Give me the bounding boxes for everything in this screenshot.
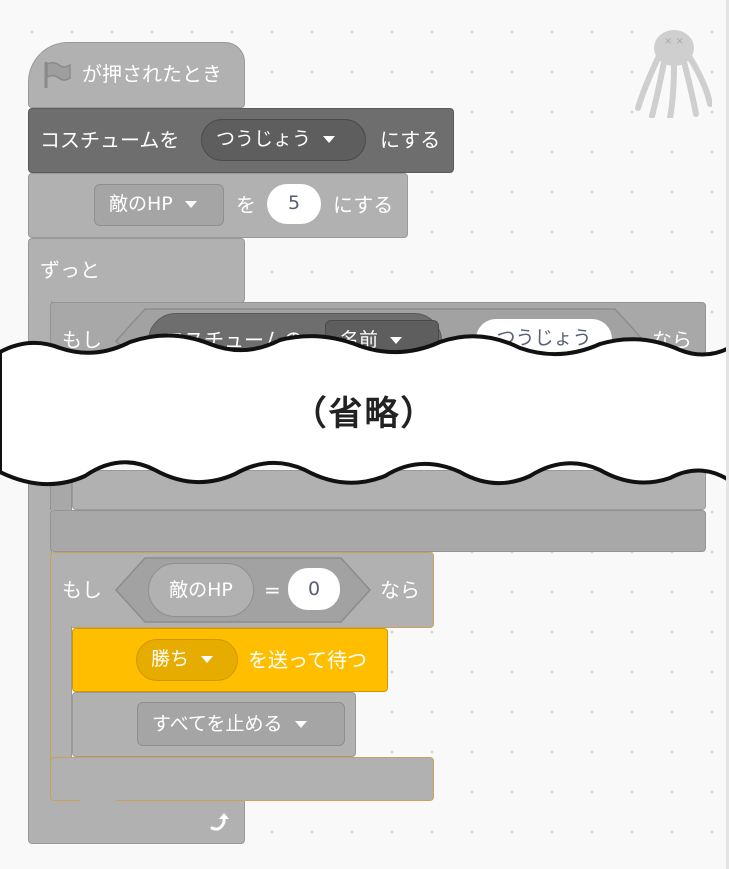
- loop-arrow-icon: [206, 808, 234, 840]
- set-var-suffix: にする: [333, 193, 394, 217]
- if2-prefix: もし: [62, 578, 102, 602]
- costume-dropdown[interactable]: つうじょう: [201, 119, 366, 161]
- if1-block-bottom[interactable]: [50, 510, 706, 552]
- variable-dropdown[interactable]: 敵のHP: [94, 184, 224, 226]
- sprite-octopus-icon: × ×: [630, 18, 713, 121]
- block-notch: [80, 800, 116, 810]
- forever-label: ずっと: [40, 258, 100, 282]
- if2-op: =: [264, 578, 281, 602]
- stop-option-value: すべてを止める: [152, 713, 283, 735]
- chevron-down-icon: [201, 656, 214, 663]
- variable-dropdown-value: 敵のHP: [109, 193, 173, 215]
- costume-prefix: コスチュームを: [40, 128, 180, 152]
- stop-option-dropdown[interactable]: すべてを止める: [137, 702, 345, 746]
- if2-value-input[interactable]: 0: [288, 568, 340, 610]
- omitted-label: （省略）: [292, 394, 437, 434]
- set-var-mid: を: [236, 193, 256, 217]
- costume-dropdown-value: つうじょう: [216, 128, 312, 150]
- broadcast-message-dropdown[interactable]: 勝ち: [136, 639, 238, 681]
- if2-suffix: なら: [380, 578, 420, 602]
- costume-suffix: にする: [380, 128, 441, 152]
- set-var-value-input[interactable]: 5: [267, 184, 321, 224]
- green-flag-icon: [42, 60, 72, 94]
- if2-block-bottom[interactable]: [50, 757, 434, 801]
- hat-label: が押されたとき: [82, 62, 222, 86]
- if2-inner-arm: [50, 626, 72, 766]
- svg-text:× ×: × ×: [664, 36, 684, 47]
- chevron-down-icon: [184, 201, 197, 208]
- enemy-hp-reporter[interactable]: 敵のHP: [148, 563, 254, 617]
- chevron-down-icon: [294, 721, 307, 728]
- broadcast-message-value: 勝ち: [151, 648, 190, 670]
- broadcast-suffix: を送って待つ: [248, 648, 367, 672]
- chevron-down-icon: [323, 136, 336, 143]
